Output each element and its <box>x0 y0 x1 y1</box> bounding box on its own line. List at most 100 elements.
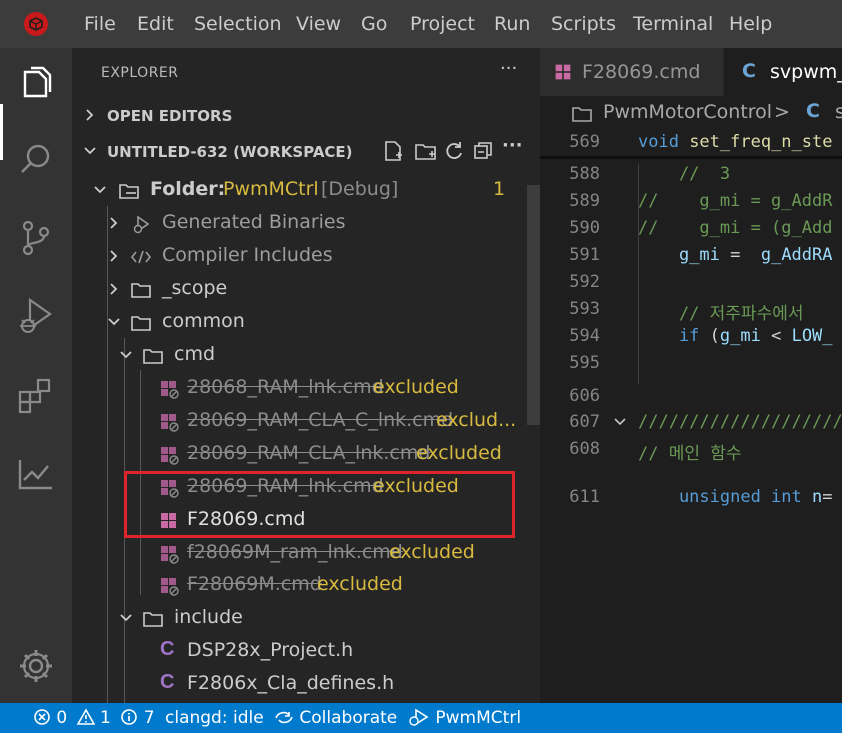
info-count: 7 <box>143 708 155 728</box>
tree-item-include[interactable]: include <box>72 602 526 635</box>
source-control-icon[interactable] <box>14 216 58 260</box>
breadcrumb-separator: > <box>774 101 790 123</box>
more-actions-icon[interactable]: ··· <box>502 135 523 156</box>
excluded-tag: excluded <box>416 442 502 464</box>
collapse-all-icon[interactable] <box>472 139 494 167</box>
file-row-excluded[interactable]: 28069_RAM_CLA_C_lnk.cmd exclud... <box>72 405 526 438</box>
code-token: // g_mi = (g_Add <box>638 218 833 238</box>
file-row-excluded[interactable]: F28069M.cmd excluded <box>72 569 526 602</box>
chart-icon[interactable] <box>14 452 58 496</box>
tree-item-cmd[interactable]: cmd <box>72 339 526 372</box>
code-line[interactable]: 611 unsigned int n= <box>540 487 842 514</box>
open-editors-header[interactable]: OPEN EDITORS <box>72 101 540 131</box>
breadcrumb-folder[interactable]: PwmMotorControl <box>603 101 772 123</box>
file-row-excluded[interactable]: 28068_RAM_lnk.cmd excluded <box>72 372 526 405</box>
chevron-right-icon <box>110 217 118 229</box>
code-line[interactable]: 595 <box>540 353 842 380</box>
chevron-right-icon <box>110 250 118 262</box>
code-text: g_mi = g_AddRA <box>638 245 833 265</box>
menu-run[interactable]: Run <box>494 0 530 48</box>
code-line[interactable]: 569 void set_freq_n_ste <box>540 132 842 159</box>
menu-help[interactable]: Help <box>729 0 772 48</box>
file-name: F2806x_Cla_defines.h <box>187 672 395 694</box>
menu-edit[interactable]: Edit <box>137 0 174 48</box>
fold-chevron-icon[interactable] <box>612 414 628 430</box>
code-line[interactable]: 589 // g_mi = g_AddR <box>540 191 842 218</box>
tree-item-generated-binaries[interactable]: Generated Binaries <box>72 207 526 240</box>
new-folder-icon[interactable] <box>414 139 438 167</box>
search-icon[interactable] <box>14 138 58 182</box>
code-token: // g_mi = g_AddR <box>638 191 833 211</box>
file-row-header[interactable]: C F2806x_Cla_defines.h <box>72 668 526 701</box>
refresh-icon[interactable] <box>443 139 465 167</box>
editor-tab-bar: F28069.cmd C svpwm_ <box>540 48 842 96</box>
tree-item-label: _scope <box>162 277 228 299</box>
tree-item-compiler-includes[interactable]: Compiler Includes <box>72 240 526 273</box>
code-line[interactable]: 606 <box>540 386 842 413</box>
settings-gear-icon[interactable] <box>14 644 58 688</box>
menu-file[interactable]: File <box>84 0 116 48</box>
line-number: 590 <box>569 218 600 238</box>
code-line[interactable]: 588 // 3 <box>540 164 842 191</box>
project-label: PwmMCtrl <box>435 708 522 728</box>
explorer-icon[interactable] <box>14 62 58 106</box>
menu-view[interactable]: View <box>296 0 341 48</box>
line-number: 592 <box>569 272 600 292</box>
tab-f28069-cmd[interactable]: F28069.cmd <box>540 48 723 96</box>
code-token: // 저주파수에서 <box>638 304 804 324</box>
workspace-header[interactable]: UNTITLED-632 (WORKSPACE) ··· <box>72 135 540 167</box>
extensions-icon[interactable] <box>14 374 58 418</box>
clangd-status[interactable]: clangd: idle <box>165 708 264 728</box>
code-line[interactable]: 592 <box>540 272 842 299</box>
run-debug-icon[interactable] <box>14 294 58 338</box>
menu-selection[interactable]: Selection <box>194 0 282 48</box>
code-indent-guide <box>638 164 639 384</box>
menu-scripts[interactable]: Scripts <box>551 0 616 48</box>
project-status[interactable]: PwmMCtrl <box>408 708 521 728</box>
code-token: = <box>719 245 761 265</box>
tab-svpwm[interactable]: C svpwm_ <box>724 48 842 96</box>
file-row-excluded[interactable]: 28069_RAM_CLA_lnk.cmd excluded <box>72 438 526 471</box>
windows-cmd-file-icon <box>161 414 179 432</box>
code-line[interactable]: 607 //////////////////// <box>540 412 842 439</box>
error-icon <box>34 709 50 725</box>
code-line[interactable]: 594 if (g_mi < LOW_ <box>540 326 842 353</box>
breadcrumb-file[interactable]: s <box>835 101 842 123</box>
problems-status[interactable]: 0 1 7 <box>33 708 155 728</box>
folder-open-icon <box>143 612 163 627</box>
folder-open-icon <box>143 349 163 364</box>
c-file-icon: C <box>160 638 175 660</box>
file-name: DSP28x_Project.h <box>187 639 354 661</box>
code-line[interactable]: 591 g_mi = g_AddRA <box>540 245 842 272</box>
new-file-icon[interactable] <box>382 139 404 167</box>
explorer-sidebar: EXPLORER ··· OPEN EDITORS UNTITLED-632 (… <box>72 48 540 703</box>
code-line[interactable]: 608 // 메인 함수 <box>540 439 842 466</box>
workspace-folder-row[interactable]: Folder: PwmMCtrl [Debug] 1 <box>72 174 526 207</box>
editor-area: F28069.cmd C svpwm_ PwmMotorControl > C … <box>540 48 842 703</box>
menu-project[interactable]: Project <box>410 0 475 48</box>
code-text: void set_freq_n_ste <box>638 132 832 152</box>
collaborate-status[interactable]: Collaborate <box>274 708 397 728</box>
code-line[interactable]: 593 // 저주파수에서 <box>540 299 842 326</box>
file-row-header[interactable]: C DSP28x_Project.h <box>72 635 526 668</box>
file-name: f28069M_ram_lnk.cmd <box>187 541 403 563</box>
sidebar-scrollbar[interactable] <box>527 185 540 425</box>
code-token: unsigned int <box>638 487 812 507</box>
sticky-scroll-shadow <box>540 156 842 159</box>
menu-terminal[interactable]: Terminal <box>633 0 713 48</box>
app-logo-icon[interactable] <box>24 12 48 36</box>
tree-item-scope[interactable]: _scope <box>72 273 526 306</box>
tree-item-common[interactable]: common <box>72 306 526 339</box>
tab-label: svpwm_ <box>770 61 842 83</box>
file-row-excluded[interactable]: f28069M_ram_lnk.cmd excluded <box>72 537 526 570</box>
info-icon <box>121 709 138 725</box>
more-actions-icon[interactable]: ··· <box>500 58 517 79</box>
menu-go[interactable]: Go <box>361 0 387 48</box>
collaborate-label: Collaborate <box>299 708 398 728</box>
line-number: 594 <box>569 326 600 346</box>
tree-item-label: Generated Binaries <box>162 211 346 233</box>
code-line[interactable]: 590 // g_mi = (g_Add <box>540 218 842 245</box>
tree-item-label: include <box>174 606 243 628</box>
c-file-icon: C <box>806 100 820 122</box>
code-token: ( <box>709 326 720 346</box>
